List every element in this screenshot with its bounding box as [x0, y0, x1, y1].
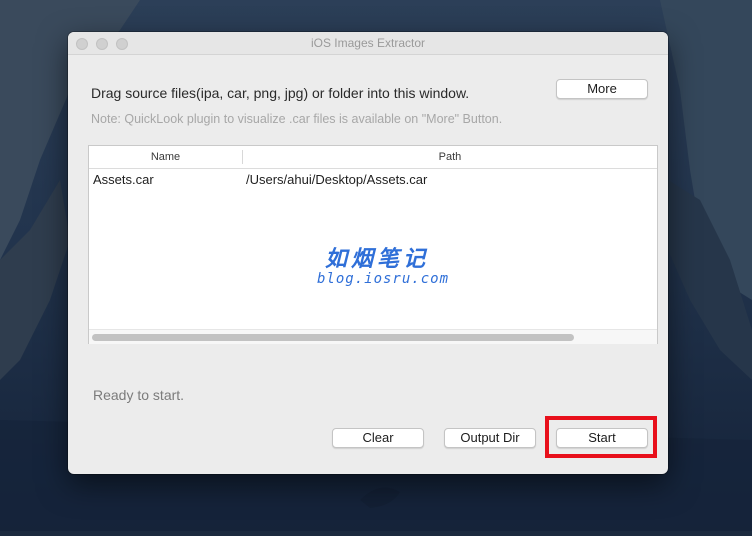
output-dir-button[interactable]: Output Dir	[444, 428, 536, 448]
status-text: Ready to start.	[93, 387, 185, 403]
scrollbar-thumb[interactable]	[92, 334, 574, 341]
clear-button[interactable]: Clear	[332, 428, 424, 448]
row-path-cell: /Users/ahui/Desktop/Assets.car	[246, 172, 428, 187]
start-button[interactable]: Start	[556, 428, 648, 448]
table-header: Name Path	[89, 146, 657, 169]
title-bar[interactable]: iOS Images Extractor	[68, 32, 668, 55]
more-button[interactable]: More	[556, 79, 648, 99]
table-row[interactable]: Assets.car /Users/ahui/Desktop/Assets.ca…	[89, 169, 657, 189]
column-header-name[interactable]: Name	[89, 151, 242, 163]
column-header-path[interactable]: Path	[243, 151, 657, 163]
watermark-url: blog.iosru.com	[317, 271, 450, 287]
window-title: iOS Images Extractor	[310, 36, 426, 50]
drag-instructions: Drag source files(ipa, car, png, jpg) or…	[91, 85, 470, 101]
row-name-cell: Assets.car	[93, 172, 154, 187]
watermark-chinese-text: 如烟笔记	[324, 247, 429, 272]
quicklook-note: Note: QuickLook plugin to visualize .car…	[91, 112, 503, 126]
watermark: 如烟笔记 blog.iosru.com	[317, 241, 450, 287]
app-window: iOS Images Extractor Drag source files(i…	[68, 32, 668, 474]
files-table[interactable]: Name Path Assets.car /Users/ahui/Desktop…	[88, 145, 658, 344]
horizontal-scrollbar[interactable]	[89, 329, 657, 344]
